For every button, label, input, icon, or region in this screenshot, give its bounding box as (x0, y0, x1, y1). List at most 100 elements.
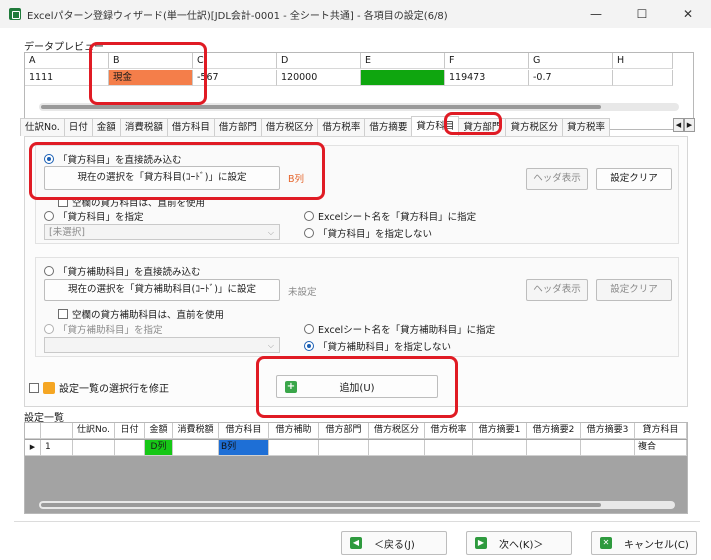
preview-label: データプレビュー (24, 42, 104, 53)
subaccount-select[interactable]: ⌵ (44, 337, 280, 353)
tab-scroll-left-icon[interactable]: ◀ (673, 118, 684, 132)
list-header-cell[interactable]: 借方補助 (269, 423, 319, 439)
sub-use-previous-label: 空欄の貸方補助科目は、直前を使用 (72, 310, 225, 321)
tab-credit-tax-rate[interactable]: 貸方税率 (561, 118, 610, 136)
list-header-cell[interactable]: 消費税額 (173, 423, 219, 439)
sub-direct-read-radio[interactable]: 「貸方補助科目」を直接読み込む (44, 264, 201, 278)
direct-read-radio[interactable]: 「貸方科目」を直接読み込む (44, 152, 182, 166)
preview-cell[interactable] (613, 70, 673, 86)
list-cell[interactable] (319, 440, 369, 456)
scroll-thumb[interactable] (41, 105, 601, 109)
list-cell-amount[interactable]: D列 (145, 440, 173, 456)
tab-debit-account[interactable]: 借方科目 (166, 118, 215, 136)
list-cell-credit-account[interactable]: 複合 (635, 440, 687, 456)
cancel-button[interactable]: ✕ キャンセル(C) (591, 531, 697, 555)
sub-clear-setting-button[interactable]: 設定クリア (596, 279, 672, 301)
preview-cell[interactable]: 119473 (445, 70, 529, 86)
list-cell[interactable] (581, 440, 635, 456)
tab-debit-dept[interactable]: 借方部門 (213, 118, 262, 136)
preview-cell-assigned[interactable] (361, 70, 445, 86)
list-cell-debit-account[interactable]: B列 (219, 440, 269, 456)
scroll-thumb[interactable] (41, 503, 601, 507)
not-specify-radio[interactable]: 「貸方科目」を指定しない (304, 226, 432, 240)
tab-tax-amount[interactable]: 消費税額 (119, 118, 168, 136)
tab-credit-account[interactable]: 貸方科目 (411, 116, 460, 136)
window-title: Excelパターン登録ウィザード(単一仕訳)[JDL会計-0001 - 全シート… (27, 10, 448, 22)
preview-col-h[interactable]: H (613, 53, 673, 69)
tab-credit-dept[interactable]: 貸方部門 (458, 118, 507, 136)
list-header-cell[interactable]: 借方摘要3 (581, 423, 635, 439)
preview-cell[interactable]: -567 (193, 70, 277, 86)
header-display-button[interactable]: ヘッダ表示 (526, 168, 588, 190)
list-header-cell (25, 423, 41, 439)
radio-selected-icon (44, 154, 54, 164)
list-header-cell[interactable]: 金額 (145, 423, 173, 439)
list-cell[interactable] (115, 440, 145, 456)
preview-cell[interactable]: -0.7 (529, 70, 613, 86)
list-header-cell[interactable]: 借方部門 (319, 423, 369, 439)
list-cell[interactable] (173, 440, 219, 456)
account-select[interactable]: [未選択] ⌵ (44, 224, 280, 240)
use-previous-checkbox[interactable]: 空欄の貸方科目は、直前を使用 (58, 195, 205, 209)
preview-cell[interactable]: 120000 (277, 70, 361, 86)
tab-debit-tax-rate[interactable]: 借方税率 (317, 118, 366, 136)
sheetname-radio[interactable]: Excelシート名を「貸方科目」に指定 (304, 209, 476, 223)
list-cell[interactable] (369, 440, 425, 456)
table-row[interactable]: ▶ 1 D列 B列 複合 (25, 440, 687, 456)
add-button[interactable]: + 追加(U) (276, 375, 438, 398)
preview-col-a[interactable]: A (25, 53, 109, 69)
tab-slip-no[interactable]: 仕訳No. (20, 118, 65, 136)
not-specify-label: 「貸方科目」を指定しない (318, 229, 433, 240)
list-header-cell[interactable]: 日付 (115, 423, 145, 439)
preview-col-f[interactable]: F (445, 53, 529, 69)
sub-set-selection-button[interactable]: 現在の選択を「貸方補助科目(ｺｰﾄﾞ)」に設定 (44, 279, 280, 301)
list-cell[interactable] (473, 440, 527, 456)
preview-scrollbar[interactable] (39, 103, 679, 111)
tab-debit-memo[interactable]: 借方摘要 (364, 118, 413, 136)
list-scrollbar[interactable] (39, 501, 675, 509)
select-value: [未選択] (49, 227, 85, 238)
sub-specify-radio[interactable]: 「貸方補助科目」を指定 (44, 322, 163, 336)
list-header-cell[interactable]: 借方摘要1 (473, 423, 527, 439)
tab-scroll-right-icon[interactable]: ▶ (684, 118, 695, 132)
list-cell[interactable] (425, 440, 473, 456)
next-button[interactable]: ▶ 次へ(K)＞ (466, 531, 572, 555)
tab-debit-tax-class[interactable]: 借方税区分 (260, 118, 319, 136)
list-cell[interactable] (73, 440, 115, 456)
sub-not-specify-radio[interactable]: 「貸方補助科目」を指定しない (304, 339, 451, 353)
minimize-button[interactable]: — (573, 0, 619, 28)
use-previous-label: 空欄の貸方科目は、直前を使用 (72, 198, 206, 209)
list-header-cell[interactable]: 貸方科目 (635, 423, 687, 439)
preview-col-b[interactable]: B (109, 53, 193, 69)
close-button[interactable]: ✕ (665, 0, 711, 28)
list-cell[interactable] (269, 440, 319, 456)
maximize-button[interactable]: ☐ (619, 0, 665, 28)
tab-amount[interactable]: 金額 (91, 118, 121, 136)
list-header-cell[interactable]: 借方税率 (425, 423, 473, 439)
list-cell[interactable]: 1 (41, 440, 73, 456)
sub-header-display-button[interactable]: ヘッダ表示 (526, 279, 588, 301)
preview-col-e[interactable]: E (361, 53, 445, 69)
preview-cell-selected[interactable]: 現金 (109, 70, 193, 86)
sub-specify-label: 「貸方補助科目」を指定 (58, 325, 163, 336)
list-cell[interactable] (527, 440, 581, 456)
tab-credit-tax-class[interactable]: 貸方税区分 (505, 118, 563, 136)
sub-sheetname-radio[interactable]: Excelシート名を「貸方補助科目」に指定 (304, 322, 495, 336)
list-header-cell[interactable]: 仕訳No. (73, 423, 115, 439)
list-header-cell[interactable]: 借方税区分 (369, 423, 425, 439)
direct-read-label: 「貸方科目」を直接読み込む (58, 155, 182, 166)
preview-col-c[interactable]: C (193, 53, 277, 69)
back-button[interactable]: ◀ ＜戻る(J) (341, 531, 447, 555)
set-selection-button[interactable]: 現在の選択を「貸方科目(ｺｰﾄﾞ)」に設定 (44, 166, 280, 190)
preview-col-d[interactable]: D (277, 53, 361, 69)
preview-col-g[interactable]: G (529, 53, 613, 69)
list-header-cell[interactable]: 借方摘要2 (527, 423, 581, 439)
tab-date[interactable]: 日付 (63, 118, 93, 136)
clear-setting-button[interactable]: 設定クリア (596, 168, 672, 190)
sub-use-previous-checkbox[interactable]: 空欄の貸方補助科目は、直前を使用 (58, 307, 224, 321)
list-header-cell[interactable]: 借方科目 (219, 423, 269, 439)
settings-list-grid[interactable]: 仕訳No. 日付 金額 消費税額 借方科目 借方補助 借方部門 借方税区分 借方… (24, 422, 688, 514)
preview-cell[interactable]: 1111 (25, 70, 109, 86)
specify-radio[interactable]: 「貸方科目」を指定 (44, 209, 144, 223)
modify-row-checkbox[interactable]: 設定一覧の選択行を修正 (29, 380, 169, 395)
